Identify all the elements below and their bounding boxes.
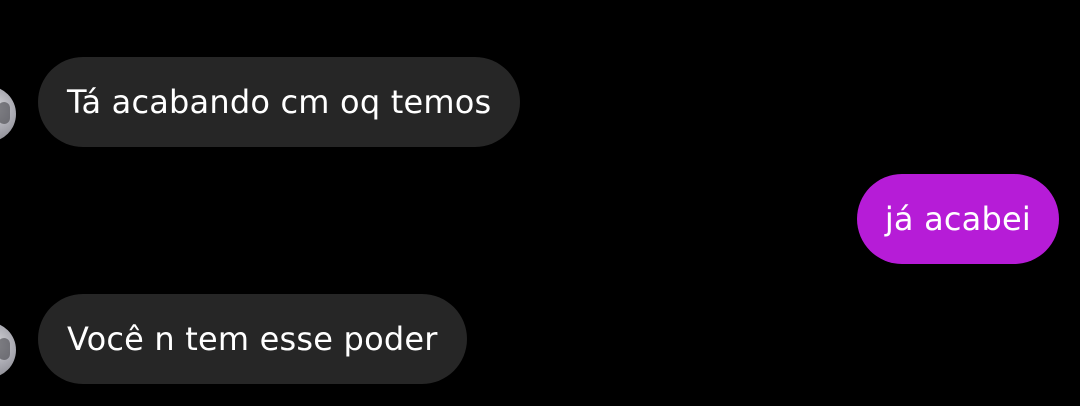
message-thread: Tá acabando cm oq temos já acabei Você n… (0, 0, 1080, 406)
message-row-incoming: Você n tem esse poder (0, 294, 1080, 384)
avatar-image (0, 102, 10, 124)
outgoing-message-bubble[interactable]: já acabei (856, 174, 1059, 264)
avatar-image (0, 338, 10, 360)
incoming-message-bubble[interactable]: Tá acabando cm oq temos (38, 57, 521, 147)
message-text: Tá acabando cm oq temos (67, 83, 492, 121)
message-text: já acabei (884, 200, 1031, 238)
message-row-incoming: Tá acabando cm oq temos (0, 57, 1080, 147)
contact-avatar-icon[interactable] (0, 322, 16, 378)
message-row-outgoing: já acabei (0, 174, 1080, 264)
incoming-message-bubble[interactable]: Você n tem esse poder (38, 294, 467, 384)
contact-avatar-icon[interactable] (0, 86, 16, 142)
message-text: Você n tem esse poder (67, 320, 438, 358)
